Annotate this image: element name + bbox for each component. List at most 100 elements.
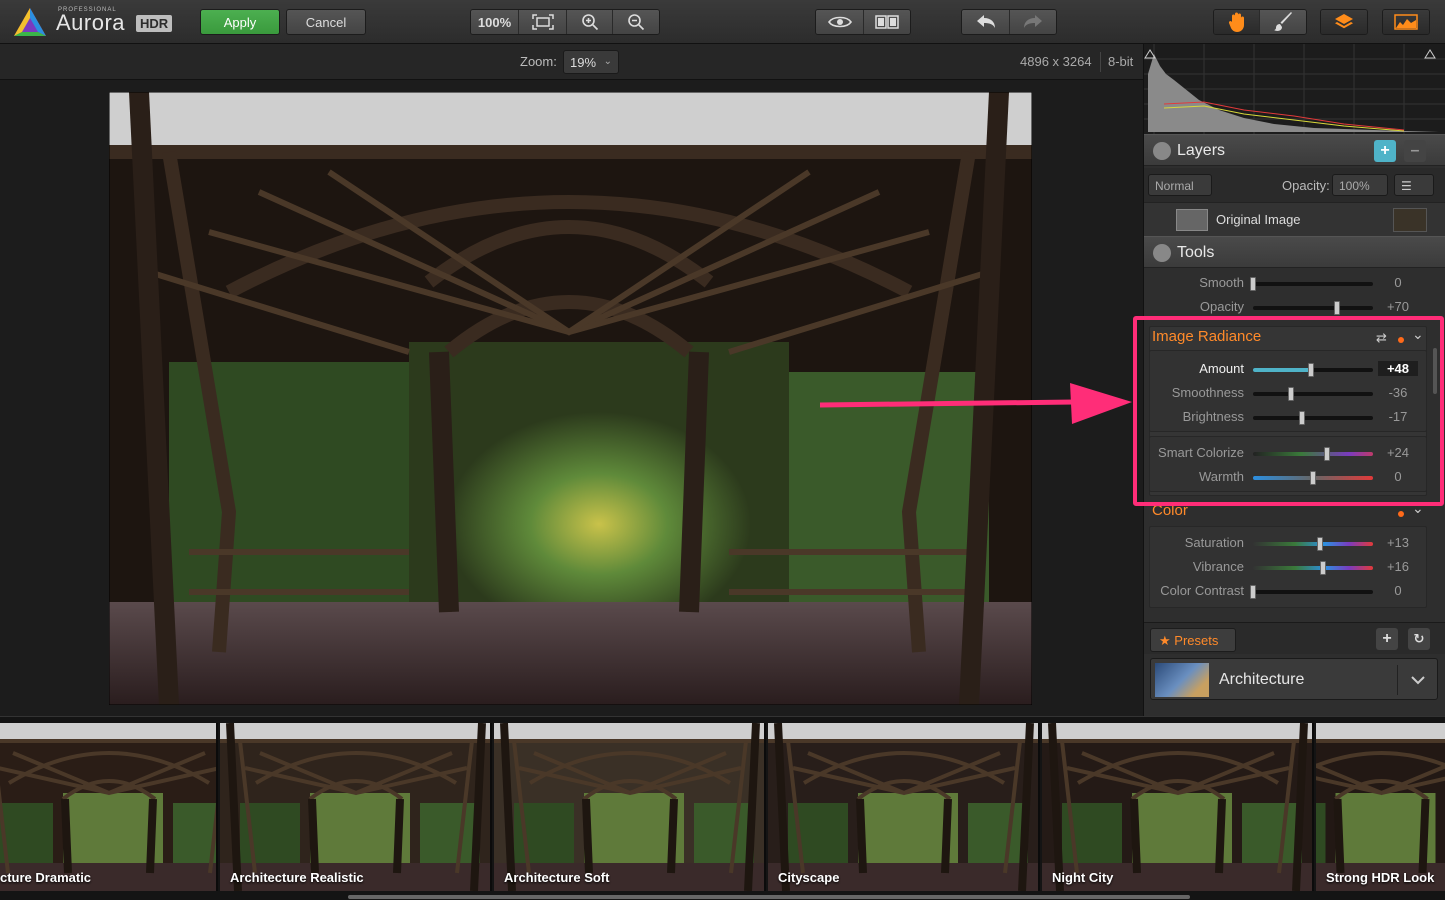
- split-view-button[interactable]: [864, 10, 910, 34]
- histogram-icon: [1394, 14, 1418, 30]
- zoom-in-button[interactable]: [567, 10, 613, 34]
- undo-button[interactable]: [962, 10, 1010, 34]
- slider-value[interactable]: 0: [1378, 583, 1418, 598]
- layers-section-header[interactable]: Layers + –: [1144, 134, 1445, 166]
- slider-handle[interactable]: [1334, 301, 1340, 315]
- image-bit-depth: 8-bit: [1108, 54, 1134, 69]
- brush-tool-button[interactable]: [1260, 10, 1306, 34]
- slider-row-saturation: Saturation +13: [1144, 532, 1434, 556]
- photo-preview[interactable]: [109, 92, 1032, 705]
- preset-thumbnail[interactable]: cture Dramatic: [0, 723, 218, 891]
- preset-thumbnail[interactable]: Strong HDR Look: [1316, 723, 1445, 891]
- slider-value[interactable]: -36: [1378, 385, 1418, 400]
- slider-track[interactable]: [1253, 301, 1373, 315]
- add-layer-button[interactable]: +: [1374, 140, 1396, 162]
- slider-value[interactable]: 0: [1378, 275, 1418, 290]
- slider-handle[interactable]: [1319, 561, 1326, 575]
- apply-button[interactable]: Apply: [200, 9, 280, 35]
- zoom-in-icon: [581, 14, 598, 31]
- slider-handle[interactable]: [1317, 537, 1324, 551]
- layer-mask-thumbnail: [1176, 209, 1208, 231]
- slider-value[interactable]: +48: [1378, 361, 1418, 376]
- layers-panel-button[interactable]: [1321, 10, 1367, 34]
- slider-label: Vibrance: [1192, 559, 1244, 574]
- active-indicator-dot[interactable]: [1398, 511, 1404, 517]
- slider-row-smooth: Smooth 0: [1144, 272, 1434, 296]
- view-controls: [815, 9, 911, 35]
- layers-icon: [1335, 14, 1353, 29]
- histogram-toggle: [1382, 9, 1430, 35]
- histogram-panel-button[interactable]: [1383, 10, 1429, 34]
- chevron-down-icon[interactable]: ⌄: [1412, 326, 1424, 343]
- app-logo: PROFESSIONAL Aurora HDR: [12, 6, 182, 38]
- top-toolbar: PROFESSIONAL Aurora HDR Apply Cancel 100…: [0, 0, 1445, 44]
- preview-original-button[interactable]: [816, 10, 864, 34]
- slider-value[interactable]: +13: [1378, 535, 1418, 550]
- preset-thumbnail[interactable]: Night City: [1042, 723, 1314, 891]
- right-panel: Layers + – Normal Opacity: 100% ☰ Origin…: [1143, 44, 1445, 716]
- chevron-down-icon[interactable]: ⌄: [1412, 500, 1424, 517]
- layer-menu-button[interactable]: ☰: [1394, 174, 1434, 196]
- slider-handle[interactable]: [1307, 363, 1314, 377]
- slider-value[interactable]: -17: [1378, 409, 1418, 424]
- zoom-level-select[interactable]: 19% ⌄: [563, 50, 619, 74]
- slider-track[interactable]: [1253, 411, 1373, 425]
- slider-value[interactable]: 0: [1378, 469, 1418, 484]
- slider-row-vibrance: Vibrance +16: [1144, 556, 1434, 580]
- slider-value[interactable]: +16: [1378, 559, 1418, 574]
- slider-label: Color Contrast: [1160, 583, 1244, 598]
- presets-tab[interactable]: ★ Presets: [1150, 628, 1236, 652]
- slider-label: Opacity: [1199, 299, 1244, 314]
- slider-track[interactable]: [1253, 387, 1373, 401]
- blend-mode-select[interactable]: Normal: [1148, 174, 1212, 196]
- tools-section-header[interactable]: Tools: [1144, 236, 1445, 268]
- fit-to-screen-button[interactable]: [519, 10, 567, 34]
- image-radiance-title[interactable]: Image Radiance: [1152, 328, 1261, 345]
- color-title[interactable]: Color: [1152, 502, 1188, 519]
- slider-handle[interactable]: [1310, 471, 1316, 485]
- preset-thumbnail[interactable]: Cityscape: [768, 723, 1040, 891]
- slider-value[interactable]: +70: [1378, 299, 1418, 314]
- slider-track[interactable]: [1253, 447, 1373, 461]
- active-indicator-dot[interactable]: [1398, 337, 1404, 343]
- zoom-out-button[interactable]: [613, 10, 659, 34]
- undo-icon: [976, 15, 995, 28]
- preset-category-select[interactable]: Architecture: [1150, 658, 1438, 700]
- layer-row-original[interactable]: Original Image: [1144, 202, 1445, 236]
- filmstrip-scrollbar[interactable]: [348, 895, 1190, 899]
- slider-track[interactable]: [1253, 471, 1373, 485]
- divider: [1100, 52, 1101, 72]
- hand-tool-button[interactable]: [1214, 10, 1260, 34]
- slider-value[interactable]: +24: [1378, 445, 1418, 460]
- slider-track[interactable]: [1250, 277, 1373, 291]
- slider-row-amount: Amount +48: [1144, 358, 1434, 382]
- zoom-level-value: 19%: [570, 55, 597, 70]
- image-canvas[interactable]: [0, 80, 1143, 716]
- slider-track[interactable]: [1250, 585, 1373, 599]
- logo-wordmark: Aurora: [56, 10, 126, 35]
- slider-label: Amount: [1199, 361, 1244, 376]
- slider-track[interactable]: [1253, 363, 1373, 377]
- add-preset-button[interactable]: +: [1376, 628, 1398, 650]
- tools-section-icon: [1153, 244, 1171, 262]
- refresh-preset-button[interactable]: ↻: [1408, 628, 1430, 650]
- tools-scrollbar[interactable]: [1433, 348, 1437, 394]
- slider-handle[interactable]: [1299, 411, 1306, 425]
- slider-handle[interactable]: [1288, 387, 1295, 401]
- redo-button[interactable]: [1010, 10, 1056, 34]
- preset-thumbnail[interactable]: Architecture Realistic: [220, 723, 492, 891]
- layer-opacity-select[interactable]: 100%: [1332, 174, 1388, 196]
- slider-track[interactable]: [1253, 537, 1373, 551]
- slider-handle[interactable]: [1324, 447, 1331, 461]
- slider-track[interactable]: [1253, 561, 1373, 575]
- preset-thumbnail[interactable]: Architecture Soft: [494, 723, 766, 891]
- slider-handle[interactable]: [1250, 277, 1256, 291]
- preset-label: Strong HDR Look: [1326, 870, 1435, 885]
- slider-row-brightness: Brightness -17: [1144, 406, 1434, 430]
- zoom-100-button[interactable]: 100%: [471, 10, 519, 34]
- reset-icon[interactable]: ⇄: [1376, 330, 1387, 346]
- slider-label: Warmth: [1198, 469, 1244, 484]
- cancel-button[interactable]: Cancel: [286, 9, 366, 35]
- slider-handle[interactable]: [1250, 585, 1256, 599]
- remove-layer-button[interactable]: –: [1404, 140, 1426, 162]
